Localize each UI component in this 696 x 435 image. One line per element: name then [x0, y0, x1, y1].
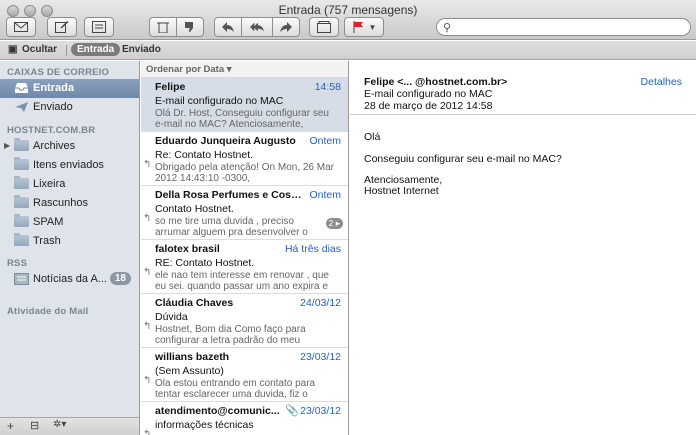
chevron-down-icon: ▼	[368, 22, 377, 32]
sort-bar[interactable]: Ordenar por Data ▾	[141, 61, 348, 78]
search-field[interactable]: ⚲	[436, 18, 691, 36]
junk-button[interactable]	[176, 17, 204, 37]
favorites-bar: ▣ Ocultar Entrada Enviado	[0, 41, 696, 60]
sidebar-toggle-icon[interactable]: ▣	[8, 44, 17, 55]
get-mail-button[interactable]	[6, 17, 36, 37]
mailboxes-header: CAIXAS DE CORREIO	[7, 67, 110, 78]
message-row[interactable]: ↰ falotex brasil Há três dias RE: Contat…	[141, 240, 348, 294]
message-greeting: Olá	[364, 131, 381, 143]
message-date: 28 de março de 2012 14:58	[364, 100, 493, 112]
trash-icon	[157, 22, 169, 33]
paper-plane-icon	[15, 102, 28, 112]
flag-button[interactable]: ▼	[344, 17, 384, 37]
sort-by-date-label[interactable]: Ordenar por Data ▾	[146, 64, 232, 75]
sidebar: CAIXAS DE CORREIO Entrada Enviado HOSTNE…	[0, 61, 140, 435]
gear-menu-button[interactable]: ✲▾	[53, 419, 66, 430]
unread-count-badge: 18	[109, 272, 131, 285]
reply-all-icon	[250, 22, 264, 32]
folder-icon	[14, 176, 29, 189]
note-button[interactable]	[84, 17, 114, 37]
message-row[interactable]: ↰ Della Rosa Perfumes e Cosm... Ontem Co…	[141, 186, 348, 240]
folder-icon	[14, 214, 29, 227]
replied-icon: ↰	[143, 267, 152, 278]
paperclip-icon: 📎	[285, 405, 299, 417]
folder-icon	[14, 233, 29, 246]
message-viewer: Felipe <... @hostnet.com.br> E-mail conf…	[350, 61, 696, 435]
favorite-sent[interactable]: Enviado	[122, 44, 161, 55]
account-header: HOSTNET.COM.BR	[7, 125, 96, 136]
thumbs-down-icon	[185, 22, 193, 32]
message-list: Ordenar por Data ▾ Felipe 14:58 E-mail c…	[141, 61, 349, 435]
replied-icon: ↰	[143, 213, 152, 224]
sidebar-item-archives[interactable]: ▶ Archives	[0, 137, 139, 156]
search-input[interactable]	[455, 20, 685, 34]
sidebar-item-rss-news[interactable]: Notícias da A... 18	[0, 270, 139, 289]
mail-activity-header: Atividade do Mail	[7, 306, 89, 317]
sidebar-bottom-bar: + ⊟ ✲▾	[0, 417, 139, 435]
sidebar-item-inbox[interactable]: Entrada	[0, 79, 139, 98]
reply-icon	[222, 22, 234, 32]
show-activity-button[interactable]: ⊟	[30, 419, 39, 432]
sidebar-item-trash[interactable]: Trash	[0, 232, 139, 251]
sidebar-item-drafts[interactable]: Rascunhos	[0, 194, 139, 213]
sidebar-item-sent-items[interactable]: Itens enviados	[0, 156, 139, 175]
replied-icon: ↰	[143, 321, 152, 332]
search-icon: ⚲	[443, 22, 452, 34]
note-icon	[92, 21, 106, 33]
message-row[interactable]: ↰ willians bazeth 23/03/12 (Sem Assunto)…	[141, 348, 348, 402]
hide-button[interactable]: Ocultar	[22, 44, 57, 55]
reply-button[interactable]	[214, 17, 242, 37]
envelope-icon	[14, 22, 28, 32]
replied-icon: ↰	[143, 429, 152, 435]
folder-icon	[14, 195, 29, 208]
message-row[interactable]: ↰ Eduardo Junqueira Augusto Ontem Re: Co…	[141, 132, 348, 186]
delete-button[interactable]	[149, 17, 177, 37]
compose-icon	[55, 21, 69, 33]
add-mailbox-button[interactable]: +	[7, 419, 14, 433]
forward-button[interactable]	[272, 17, 300, 37]
toolbar: Entrada (757 mensagens) ▼ ⚲	[0, 0, 696, 40]
message-signature-company: Hostnet Internet	[364, 185, 439, 197]
header-divider	[350, 114, 696, 115]
replied-icon: ↰	[143, 159, 152, 170]
message-row[interactable]: ↰ Cláudia Chaves 24/03/12 Dúvida Hostnet…	[141, 294, 348, 348]
message-row[interactable]: Felipe 14:58 E-mail configurado no MAC O…	[141, 78, 348, 132]
rss-feed-icon	[14, 273, 29, 285]
folder-icon	[14, 138, 29, 151]
forward-icon	[280, 22, 292, 32]
details-link[interactable]: Detalhes	[641, 76, 682, 88]
compose-button[interactable]	[47, 17, 77, 37]
message-subject: E-mail configurado no MAC	[364, 88, 493, 100]
message-body-line: Conseguiu configurar seu e-mail no MAC?	[364, 153, 562, 165]
message-row[interactable]: ↰ atendimento@comunic... 📎 23/03/12 info…	[141, 402, 348, 435]
red-flag-icon	[353, 21, 363, 33]
archive-button[interactable]	[309, 17, 339, 37]
divider	[66, 45, 67, 56]
message-sender[interactable]: Felipe <... @hostnet.com.br>	[364, 76, 507, 88]
inbox-icon	[15, 83, 28, 93]
sidebar-item-spam[interactable]: SPAM	[0, 213, 139, 232]
disclosure-triangle-icon[interactable]: ▶	[4, 141, 10, 150]
folder-icon	[14, 157, 29, 170]
reply-all-button[interactable]	[241, 17, 273, 37]
replied-icon: ↰	[143, 375, 152, 386]
archive-box-icon	[317, 21, 331, 33]
sidebar-item-trash-pt[interactable]: Lixeira	[0, 175, 139, 194]
rss-header: RSS	[7, 258, 28, 269]
thread-count-badge[interactable]: 2 ▸	[325, 218, 343, 229]
sidebar-item-sent[interactable]: Enviado	[0, 98, 139, 117]
window-title: Entrada (757 mensagens)	[278, 3, 418, 17]
favorite-inbox[interactable]: Entrada	[71, 43, 121, 56]
